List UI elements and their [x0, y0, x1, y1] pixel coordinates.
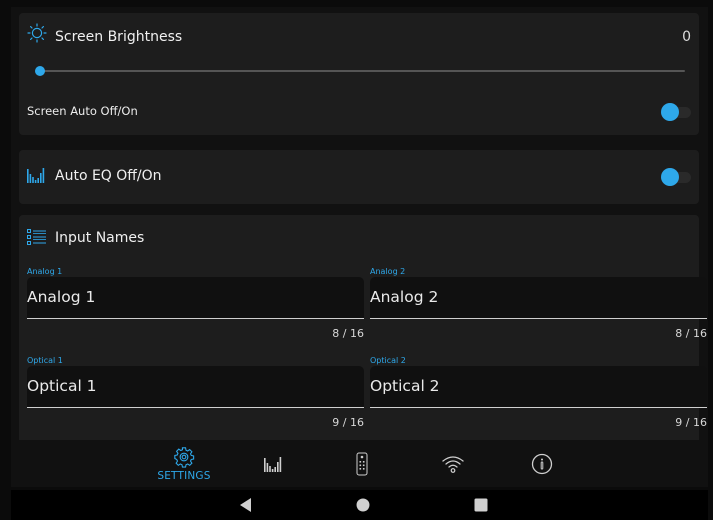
char-counter: 8 / 16	[675, 327, 707, 340]
nav-equalizer[interactable]	[256, 440, 292, 487]
back-button[interactable]	[231, 490, 261, 520]
text-input[interactable]: Optical 2	[370, 366, 707, 408]
back-icon	[240, 498, 251, 512]
optical1-field[interactable]: Optical 1 Optical 1 9 / 16	[27, 355, 364, 430]
slider-thumb[interactable]	[35, 66, 45, 76]
bottom-nav: SETTINGS	[11, 440, 708, 487]
analog1-field[interactable]: Analog 1 Analog 1 8 / 16	[27, 266, 364, 341]
field-caption: Analog 1	[27, 267, 63, 276]
optical2-field[interactable]: Optical 2 Optical 2 9 / 16	[370, 355, 707, 430]
brightness-title: Screen Brightness	[55, 29, 183, 45]
field-value[interactable]: Optical 2	[370, 377, 440, 395]
brightness-slider[interactable]	[35, 65, 685, 77]
recents-icon	[474, 498, 488, 512]
nav-wifi[interactable]	[435, 440, 471, 487]
brightness-card: Screen Brightness 0 Screen Auto Off/On	[19, 13, 699, 135]
system-nav-bar	[11, 490, 708, 520]
input-names-title: Input Names	[55, 230, 145, 246]
gear-icon	[174, 446, 195, 468]
char-counter: 8 / 16	[332, 327, 364, 340]
text-input[interactable]: Optical 1	[27, 366, 364, 408]
home-icon	[356, 498, 370, 512]
info-icon	[531, 453, 553, 474]
char-counter: 9 / 16	[332, 416, 364, 429]
list-icon	[27, 229, 46, 245]
remote-icon	[356, 452, 368, 475]
toggle-knob	[661, 168, 679, 186]
nav-remote[interactable]	[344, 440, 380, 487]
text-input[interactable]: Analog 1	[27, 277, 364, 319]
field-value[interactable]: Analog 2	[370, 288, 438, 306]
nav-settings[interactable]: SETTINGS	[149, 440, 219, 487]
field-caption: Analog 2	[370, 267, 406, 276]
sun-icon	[27, 23, 47, 43]
wifi-icon	[442, 455, 464, 473]
auto-off-toggle[interactable]	[661, 103, 691, 121]
nav-info[interactable]	[524, 440, 560, 487]
brightness-value: 0	[682, 29, 691, 45]
toggle-knob	[661, 103, 679, 121]
text-input[interactable]: Analog 2	[370, 277, 707, 319]
char-counter: 9 / 16	[675, 416, 707, 429]
recents-button[interactable]	[466, 490, 496, 520]
nav-settings-label: SETTINGS	[157, 469, 211, 482]
analog2-field[interactable]: Analog 2 Analog 2 8 / 16	[370, 266, 707, 341]
slider-track	[35, 70, 685, 72]
home-button[interactable]	[348, 490, 378, 520]
field-value[interactable]: Optical 1	[27, 377, 97, 395]
auto-eq-toggle[interactable]	[661, 168, 691, 186]
settings-screen: Screen Brightness 0 Screen Auto Off/On A…	[11, 7, 708, 487]
equalizer-icon	[264, 456, 282, 472]
auto-eq-card: Auto EQ Off/On	[19, 150, 699, 204]
field-caption: Optical 2	[370, 356, 406, 365]
field-caption: Optical 1	[27, 356, 63, 365]
auto-eq-title: Auto EQ Off/On	[55, 168, 162, 184]
field-value[interactable]: Analog 1	[27, 288, 95, 306]
auto-off-label: Screen Auto Off/On	[27, 104, 138, 118]
input-names-card: Input Names Analog 1 Analog 1 8 / 16 Ana…	[19, 215, 707, 445]
equalizer-icon	[27, 168, 45, 183]
